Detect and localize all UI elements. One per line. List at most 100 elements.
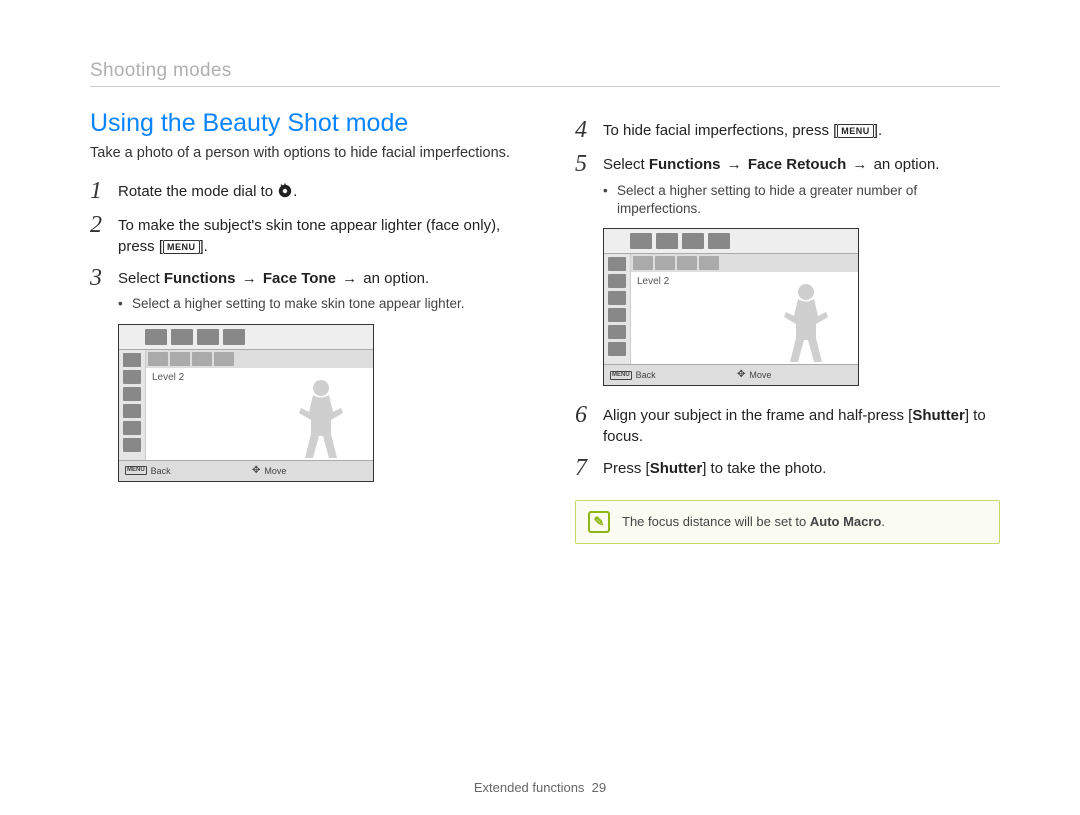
- page-footer: Extended functions 29: [0, 780, 1080, 795]
- step-4: 4 To hide facial imperfections, press [M…: [575, 117, 1000, 143]
- step-bold-shutter: Shutter: [912, 407, 965, 424]
- step-bold-functions: Functions: [649, 156, 721, 173]
- mock-option-bar: [631, 254, 858, 272]
- sidebar-icon: [123, 438, 141, 452]
- option-icon: [170, 352, 190, 366]
- camera-screen-mock-face-retouch: Level 2 MENU Back ✥ Mov: [603, 228, 1000, 386]
- step-text-pre: Select: [118, 270, 164, 287]
- mock-mid: Level 2: [604, 254, 858, 364]
- sidebar-icon: [608, 291, 626, 305]
- right-column: 4 To hide facial imperfections, press [M…: [575, 109, 1000, 544]
- step-body: Select Functions → Face Retouch → an opt…: [603, 151, 1000, 175]
- footer-section: Extended functions: [474, 780, 585, 795]
- option-icon: [633, 256, 653, 270]
- mock-sidebar: [119, 350, 146, 460]
- mock-top-tab: [630, 233, 652, 249]
- step-bold-shutter: Shutter: [650, 460, 703, 477]
- mock-level-label: Level 2: [152, 372, 184, 383]
- sidebar-icon: [123, 404, 141, 418]
- two-column-layout: Using the Beauty Shot mode Take a photo …: [90, 109, 1000, 544]
- person-silhouette-icon: [293, 378, 349, 460]
- mock-move-group: ✥ Move: [246, 466, 373, 476]
- menu-button-icon: MENU: [837, 124, 874, 138]
- sidebar-icon: [608, 342, 626, 356]
- mock-back-label: Back: [151, 466, 171, 476]
- note-text-pre: The focus distance will be set to: [622, 514, 810, 529]
- note-icon: ✎: [588, 511, 610, 533]
- mini-menu-icon: MENU: [610, 371, 632, 380]
- step-number: 5: [575, 151, 603, 177]
- sidebar-icon: [608, 274, 626, 288]
- camera-screen: Level 2 MENU Back ✥ Mov: [603, 228, 859, 386]
- mini-menu-icon: MENU: [125, 466, 147, 475]
- mock-top-tab: [708, 233, 730, 249]
- step-text: Press [: [603, 460, 650, 477]
- step-body: To make the subject's skin tone appear l…: [118, 212, 515, 257]
- mock-back-group: MENU Back: [119, 466, 246, 476]
- step-7: 7 Press [Shutter] to take the photo.: [575, 455, 1000, 481]
- arrow-icon: →: [846, 156, 873, 173]
- manual-page: Shooting modes Using the Beauty Shot mod…: [0, 0, 1080, 815]
- step-number: 6: [575, 402, 603, 428]
- step-number: 3: [90, 265, 118, 291]
- step-text-post: ] to take the photo.: [702, 460, 826, 477]
- arrow-icon: →: [236, 270, 263, 287]
- step-number: 2: [90, 212, 118, 238]
- mock-canvas: Level 2: [146, 350, 373, 460]
- mock-top-tab: [171, 329, 193, 345]
- option-icon: [214, 352, 234, 366]
- option-icon: [192, 352, 212, 366]
- arrow-icon: →: [721, 156, 748, 173]
- step-6: 6 Align your subject in the frame and ha…: [575, 402, 1000, 447]
- mock-topbar: [604, 229, 858, 254]
- mock-bottom-bar: MENU Back ✥ Move: [604, 364, 858, 385]
- arrow-icon: →: [336, 270, 363, 287]
- step-1: 1 Rotate the mode dial to .: [90, 178, 515, 204]
- sidebar-icon: [608, 325, 626, 339]
- person-silhouette-icon: [778, 282, 834, 364]
- left-column: Using the Beauty Shot mode Take a photo …: [90, 109, 515, 544]
- note-text: The focus distance will be set to Auto M…: [622, 514, 885, 529]
- mock-top-tab: [197, 329, 219, 345]
- step-3: 3 Select Functions → Face Tone → an opti…: [90, 265, 515, 291]
- option-icon: [677, 256, 697, 270]
- mock-option-bar: [146, 350, 373, 368]
- sidebar-icon: [123, 387, 141, 401]
- step-text: To hide facial imperfections, press [: [603, 122, 837, 139]
- mock-sidebar: [604, 254, 631, 364]
- menu-button-icon: MENU: [163, 240, 200, 254]
- mock-top-tab: [656, 233, 678, 249]
- sidebar-icon: [123, 421, 141, 435]
- step-5: 5 Select Functions → Face Retouch → an o…: [575, 151, 1000, 177]
- option-icon: [148, 352, 168, 366]
- mock-mid: Level 2: [119, 350, 373, 460]
- step-text-post: an option.: [363, 270, 429, 287]
- move-arrows-icon: ✥: [252, 466, 260, 476]
- step-2: 2 To make the subject's skin tone appear…: [90, 212, 515, 257]
- step-bold-face-retouch: Face Retouch: [748, 156, 846, 173]
- mock-level-label: Level 2: [637, 276, 669, 287]
- camera-screen-mock-face-tone: Level 2 MENU Back ✥ Mov: [118, 324, 515, 482]
- step-text-post: .: [293, 183, 297, 200]
- mock-move-label: Move: [749, 370, 771, 380]
- option-icon: [699, 256, 719, 270]
- section-title: Using the Beauty Shot mode: [90, 109, 515, 138]
- mock-top-tab: [682, 233, 704, 249]
- mock-move-label: Move: [264, 466, 286, 476]
- breadcrumb: Shooting modes: [90, 60, 1000, 87]
- step-text: Align your subject in the frame and half…: [603, 407, 912, 424]
- sidebar-icon: [123, 370, 141, 384]
- step-number: 7: [575, 455, 603, 481]
- step-3-sub-bullet: Select a higher setting to make skin ton…: [132, 295, 515, 313]
- mock-top-tab: [145, 329, 167, 345]
- step-text-post: ].: [200, 238, 208, 255]
- step-text: Rotate the mode dial to: [118, 183, 277, 200]
- mock-canvas: Level 2: [631, 254, 858, 364]
- footer-page-number: 29: [592, 780, 606, 795]
- mock-move-group: ✥ Move: [731, 370, 858, 380]
- step-body: To hide facial imperfections, press [MEN…: [603, 117, 1000, 141]
- sidebar-icon: [123, 353, 141, 367]
- step-text-post: an option.: [874, 156, 940, 173]
- mock-back-label: Back: [636, 370, 656, 380]
- mode-dial-beauty-icon: [277, 183, 293, 199]
